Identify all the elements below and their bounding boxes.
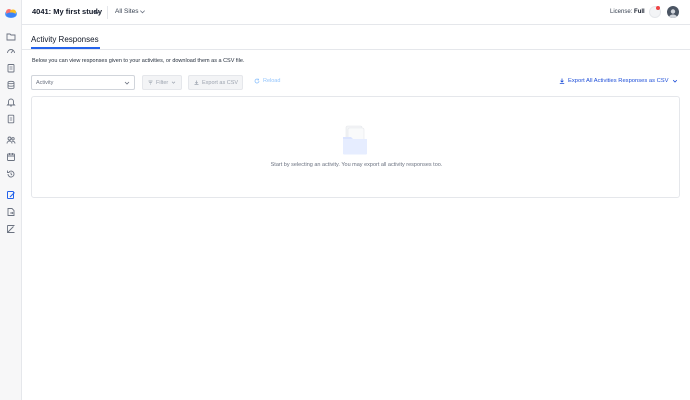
top-bar: 4041: My first study All Sites License: … <box>22 0 690 25</box>
main-panel: Activity Responses Below you can view re… <box>22 25 690 400</box>
tab-divider <box>22 49 690 50</box>
chevron-down-icon <box>171 81 176 84</box>
calendar-icon[interactable] <box>6 152 16 162</box>
license-label: License: <box>610 8 633 15</box>
folder-icon[interactable] <box>6 31 16 41</box>
export-all-label: Export All Activities Responses as CSV <box>568 78 669 84</box>
chevron-down-icon[interactable] <box>139 8 146 15</box>
reload-label: Reload <box>263 78 281 84</box>
chevron-down-icon[interactable] <box>93 8 101 16</box>
divider <box>107 6 108 19</box>
export-csv-button[interactable]: Export as CSV <box>188 75 243 90</box>
sidebar <box>0 0 22 400</box>
users-icon[interactable] <box>6 135 16 145</box>
filter-icon <box>148 80 153 85</box>
database-icon[interactable] <box>6 80 16 90</box>
license-info: License: Full <box>610 9 645 15</box>
avatar[interactable] <box>667 6 679 18</box>
pen-icon[interactable] <box>6 224 16 234</box>
activity-select-placeholder: Activity <box>36 80 54 86</box>
export-all-button[interactable]: Export All Activities Responses as CSV <box>559 78 678 84</box>
download-icon <box>559 78 565 84</box>
page-description: Below you can view responses given to yo… <box>32 58 245 64</box>
bell-icon[interactable] <box>6 97 16 107</box>
download-icon <box>194 80 199 85</box>
notification-dot-icon <box>656 6 660 10</box>
reload-icon <box>254 78 260 84</box>
edit-form-icon[interactable] <box>6 190 16 200</box>
app-logo[interactable] <box>4 6 18 20</box>
chevron-down-icon <box>124 81 130 85</box>
history-icon[interactable] <box>6 169 16 179</box>
activity-select[interactable]: Activity <box>31 75 135 90</box>
dashboard-icon[interactable] <box>6 46 16 56</box>
sites-selector[interactable]: All Sites <box>115 8 138 15</box>
reload-button[interactable]: Reload <box>254 78 280 84</box>
chevron-down-icon <box>672 79 677 83</box>
filter-button[interactable]: Filter <box>142 75 182 90</box>
license-value: Full <box>634 8 645 15</box>
file-export-icon[interactable] <box>6 207 16 217</box>
clipboard-icon[interactable] <box>6 63 16 73</box>
tab-activity-responses[interactable]: Activity Responses <box>31 35 99 44</box>
study-selector[interactable]: 4041: My first study <box>32 7 102 16</box>
export-csv-label: Export as CSV <box>202 79 239 86</box>
filter-label: Filter <box>156 79 169 86</box>
empty-folder-icon <box>343 125 367 155</box>
document-icon[interactable] <box>6 114 16 124</box>
empty-state-message: Start by selecting an activity. You may … <box>270 162 443 168</box>
empty-state-card: Start by selecting an activity. You may … <box>31 96 680 198</box>
